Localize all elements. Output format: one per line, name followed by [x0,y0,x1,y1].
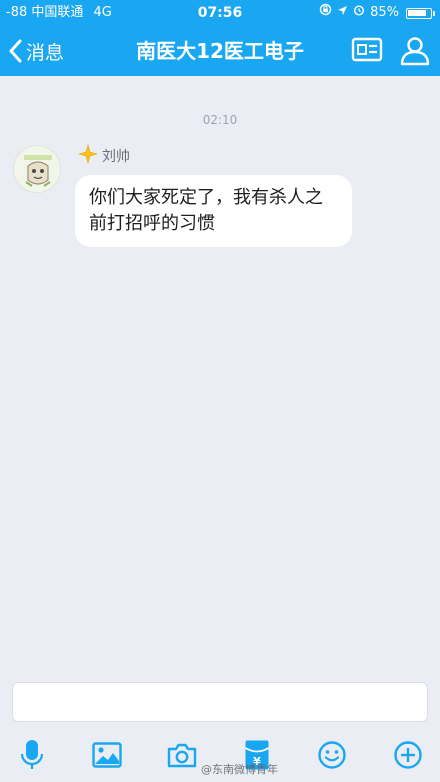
sender-row: 刘帅 [77,143,130,168]
message-bubble[interactable]: 你们大家死定了，我有杀人之前打招呼的习惯 [75,175,352,247]
message-input[interactable] [12,682,428,722]
microphone-icon[interactable] [15,738,49,772]
image-icon[interactable] [90,738,124,772]
message-timestamp: 02:10 [202,113,238,127]
profile-card-icon[interactable] [351,36,383,68]
nav-bar: 消息 南医大12医工电子 [0,26,440,76]
battery-percent: 85% [370,5,399,20]
back-label: 消息 [26,41,65,64]
watermark: @东南微博青年 [201,763,278,776]
emoji-icon[interactable] [315,738,349,772]
back-button[interactable]: 消息 [8,36,64,66]
avatar[interactable] [13,145,61,193]
status-bar: -88 中国联通 4G 07:56 85% [0,0,440,26]
group-member-icon[interactable] [399,36,431,70]
sender-name: 刘帅 [102,149,130,165]
alarm-icon [353,0,365,26]
sparkle-badge-icon [77,143,99,168]
camera-icon[interactable] [165,738,199,772]
battery-level-fill [408,9,426,16]
status-right-group: 85% [319,0,435,26]
header: -88 中国联通 4G 07:56 85% 消息 南医大12医工电子 [0,0,440,76]
battery-icon [406,7,435,19]
plus-icon[interactable] [391,738,425,772]
chevron-left-icon [8,39,22,63]
rotation-lock-icon [319,0,332,26]
location-icon [337,0,348,26]
